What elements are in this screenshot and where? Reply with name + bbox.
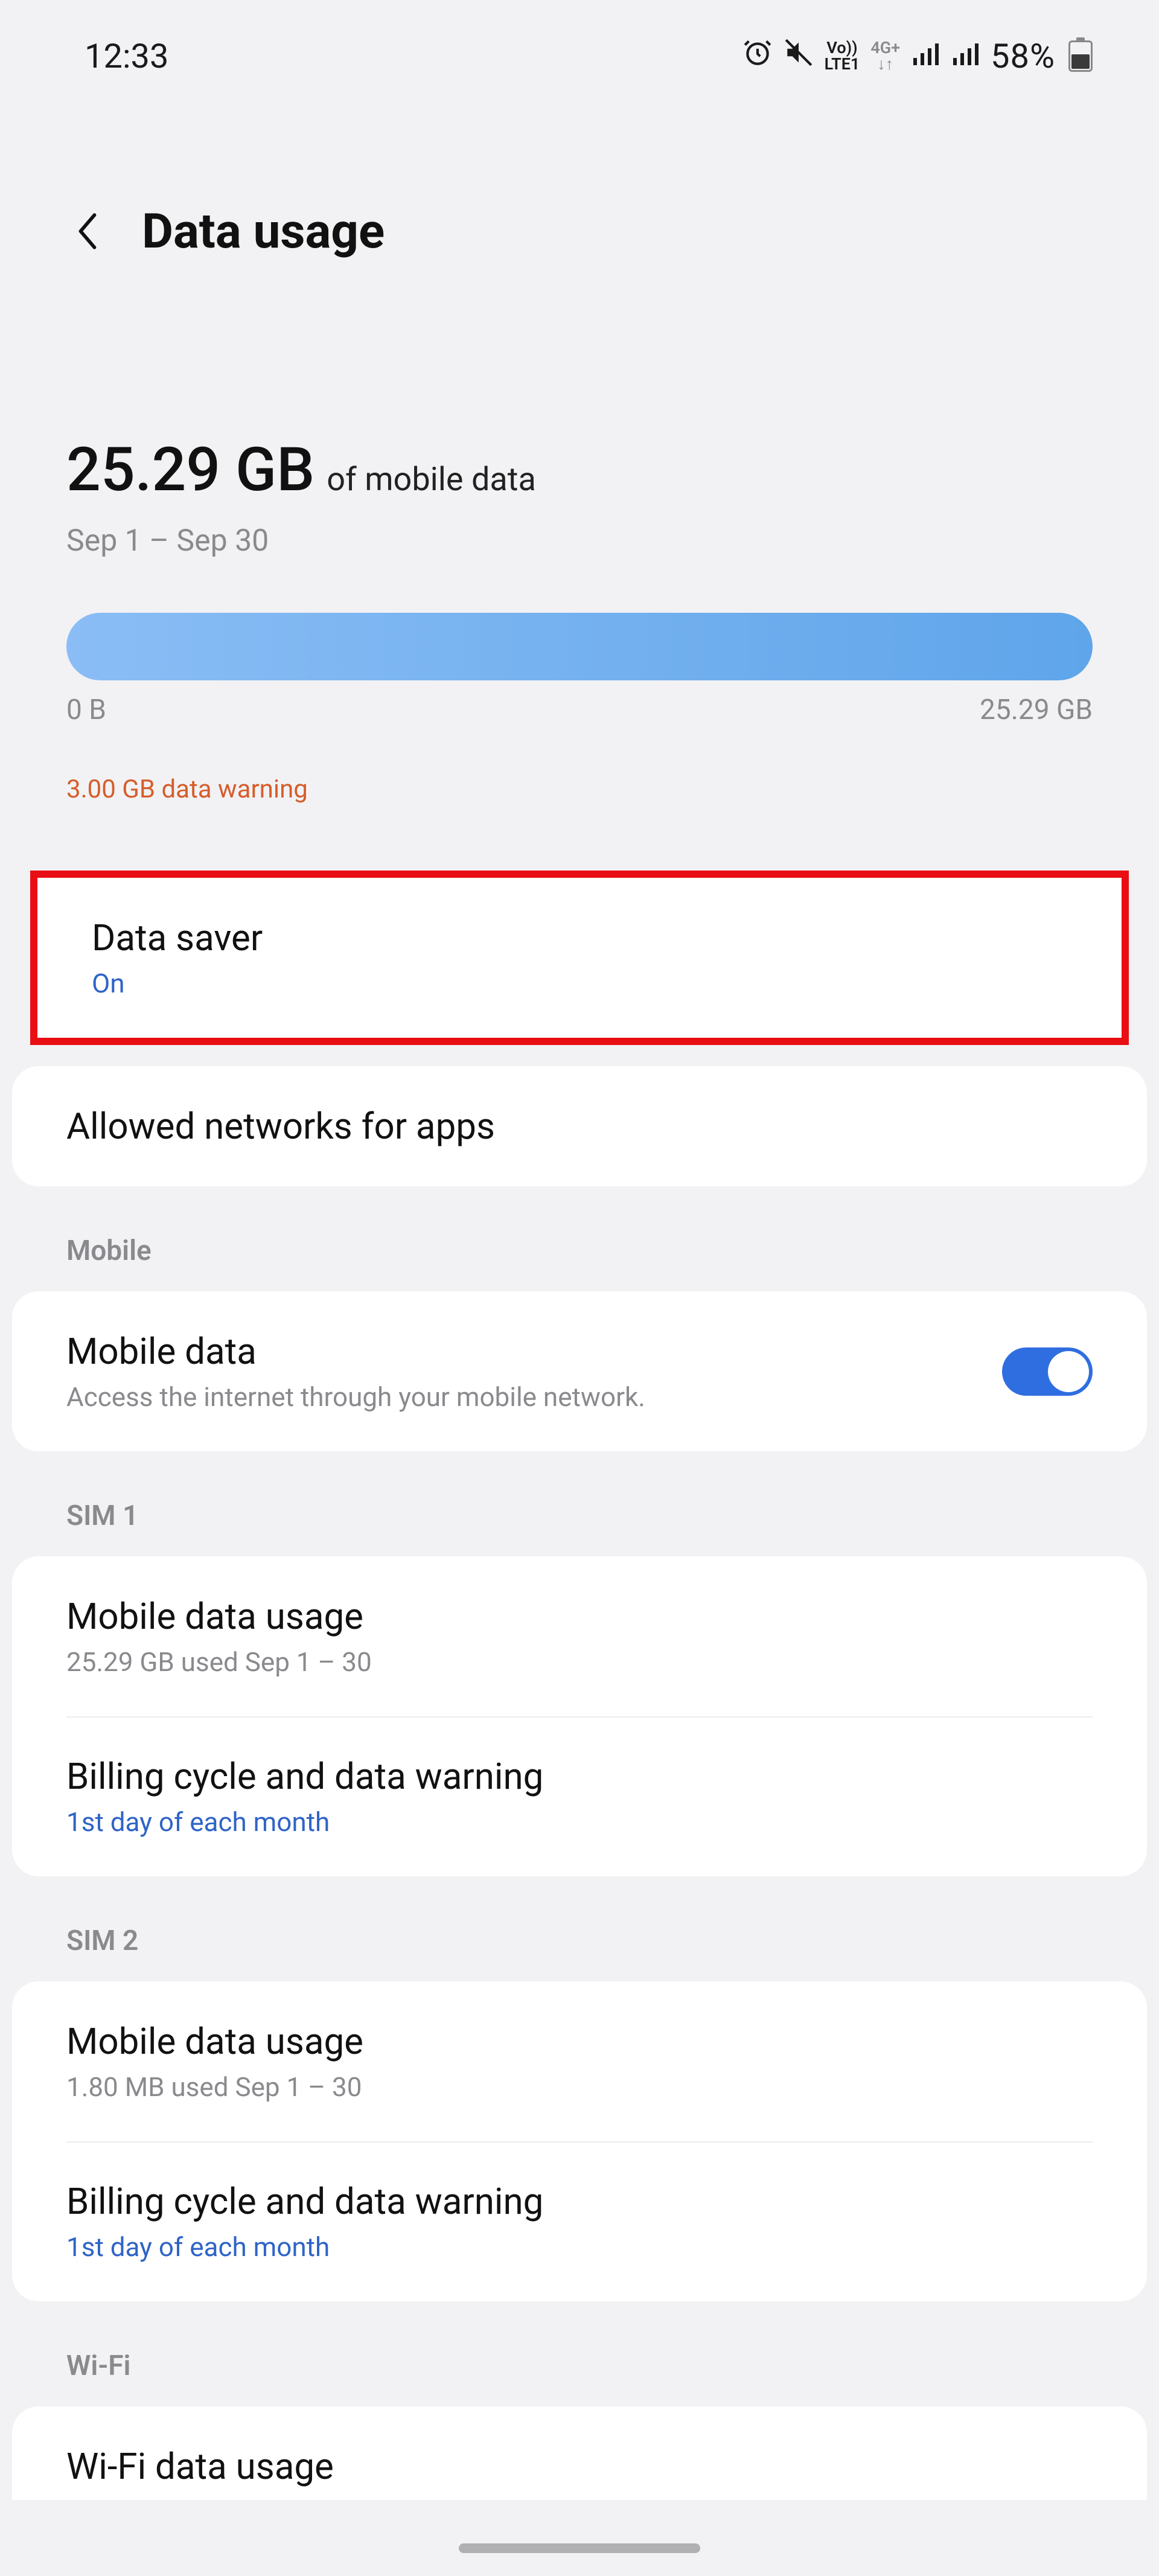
sim1-usage-title: Mobile data usage bbox=[66, 1595, 1093, 1638]
sim2-usage-title: Mobile data usage bbox=[66, 2020, 1093, 2063]
signal-icon bbox=[911, 36, 940, 76]
volte-indicator: Vo)) LTE1 bbox=[825, 40, 860, 72]
mute-icon bbox=[784, 36, 814, 76]
sim1-billing-title: Billing cycle and data warning bbox=[66, 1755, 1093, 1798]
page-title: Data usage bbox=[142, 203, 385, 260]
status-time: 12:33 bbox=[85, 36, 168, 76]
usage-amount: 25.29 GB bbox=[66, 435, 314, 505]
usage-progress-bar[interactable] bbox=[66, 613, 1093, 680]
allowed-networks-row[interactable]: Allowed networks for apps bbox=[12, 1066, 1147, 1186]
mobile-data-title: Mobile data bbox=[66, 1330, 645, 1373]
mobile-data-row[interactable]: Mobile data Access the internet through … bbox=[12, 1291, 1147, 1451]
sim2-billing-title: Billing cycle and data warning bbox=[66, 2180, 1093, 2223]
allowed-networks-title: Allowed networks for apps bbox=[66, 1105, 1093, 1148]
status-bar: 12:33 Vo)) LTE1 4G+ ↓↑ 58% bbox=[0, 0, 1159, 100]
section-sim2: SIM 2 bbox=[0, 1876, 1159, 1981]
mobile-data-toggle[interactable] bbox=[1002, 1347, 1093, 1396]
sim2-usage-row[interactable]: Mobile data usage 1.80 MB used Sep 1 – 3… bbox=[12, 1981, 1147, 2141]
sim2-billing-row[interactable]: Billing cycle and data warning 1st day o… bbox=[12, 2141, 1147, 2301]
usage-label: of mobile data bbox=[327, 461, 536, 499]
sim2-usage-sub: 1.80 MB used Sep 1 – 30 bbox=[66, 2071, 1093, 2103]
sim1-billing-row[interactable]: Billing cycle and data warning 1st day o… bbox=[12, 1716, 1147, 1876]
back-button[interactable] bbox=[69, 213, 106, 249]
battery-icon bbox=[1068, 40, 1093, 72]
battery-percentage: 58% bbox=[991, 36, 1055, 76]
sim2-billing-sub: 1st day of each month bbox=[66, 2231, 1093, 2263]
section-wifi: Wi-Fi bbox=[0, 2301, 1159, 2406]
progress-max: 25.29 GB bbox=[980, 694, 1093, 726]
page-header: Data usage bbox=[0, 100, 1159, 278]
sim1-usage-sub: 25.29 GB used Sep 1 – 30 bbox=[66, 1646, 1093, 1678]
section-mobile: Mobile bbox=[0, 1186, 1159, 1291]
sim1-usage-row[interactable]: Mobile data usage 25.29 GB used Sep 1 – … bbox=[12, 1556, 1147, 1716]
network-type-indicator: 4G+ ↓↑ bbox=[870, 40, 900, 72]
data-saver-title: Data saver bbox=[92, 916, 1067, 959]
highlight-box: Data saver On bbox=[30, 871, 1129, 1045]
sim1-billing-sub: 1st day of each month bbox=[66, 1806, 1093, 1838]
data-warning-text: 3.00 GB data warning bbox=[66, 775, 1093, 804]
usage-period: Sep 1 – Sep 30 bbox=[66, 523, 1093, 558]
alarm-icon bbox=[742, 36, 773, 76]
section-sim1: SIM 1 bbox=[0, 1451, 1159, 1556]
signal-icon-2 bbox=[951, 36, 980, 76]
progress-min: 0 B bbox=[66, 694, 106, 726]
nav-handle[interactable] bbox=[459, 2543, 700, 2553]
wifi-usage-title: Wi-Fi data usage bbox=[66, 2445, 1093, 2488]
wifi-usage-row[interactable]: Wi-Fi data usage bbox=[12, 2406, 1147, 2500]
data-saver-status: On bbox=[92, 968, 1067, 999]
mobile-data-subtitle: Access the internet through your mobile … bbox=[66, 1381, 645, 1413]
data-saver-row[interactable]: Data saver On bbox=[37, 878, 1122, 1038]
usage-summary: 25.29 GB of mobile data Sep 1 – Sep 30 0… bbox=[0, 278, 1159, 804]
